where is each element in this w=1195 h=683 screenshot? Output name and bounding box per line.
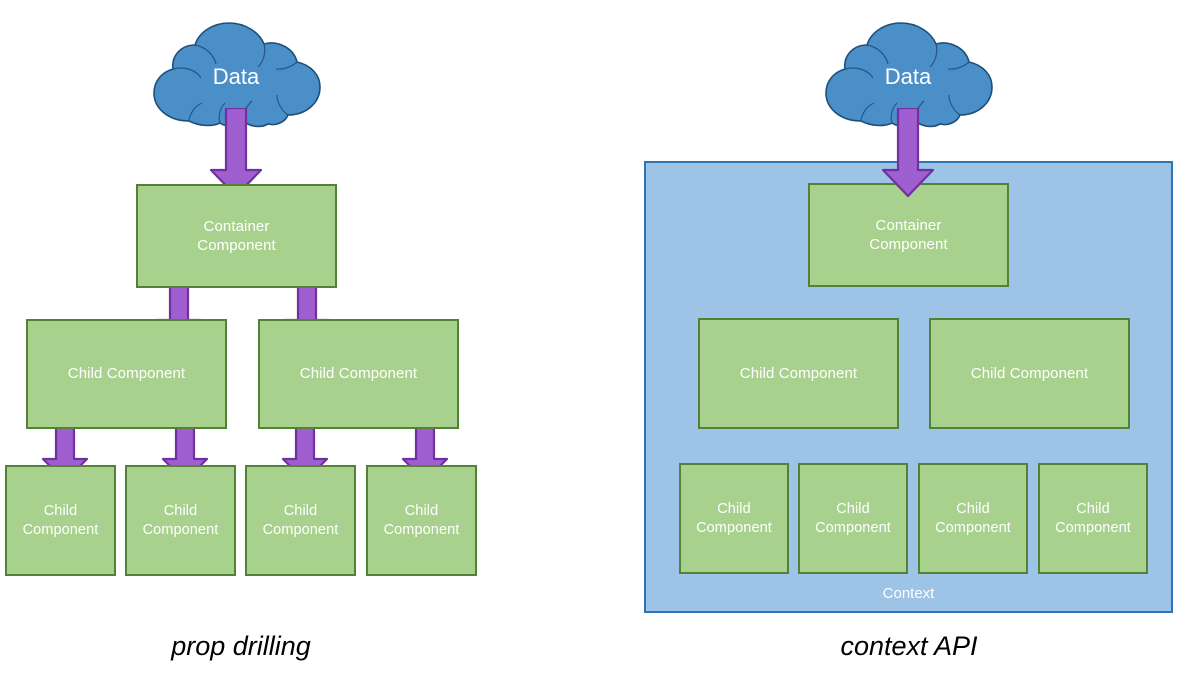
child-component-leaf-1-right[interactable]: Child Component xyxy=(679,463,789,574)
child-component-leaf-3-right-label: Child Component xyxy=(935,500,1011,536)
arrow-data-to-container-right xyxy=(881,108,935,198)
caption-context-api: context API xyxy=(840,631,978,661)
child-component-mid-1-left[interactable]: Child Component xyxy=(26,319,227,429)
child-component-leaf-2-left[interactable]: Child Component xyxy=(125,465,236,576)
child-component-leaf-1-right-label: Child Component xyxy=(696,500,772,536)
caption-prop-drilling: prop drilling xyxy=(171,631,311,661)
child-component-leaf-4-right-label: Child Component xyxy=(1055,500,1131,536)
child-component-leaf-4-left[interactable]: Child Component xyxy=(366,465,477,576)
child-component-leaf-3-left-label: Child Component xyxy=(262,502,339,538)
child-component-mid-2-right[interactable]: Child Component xyxy=(929,318,1130,429)
context-panel-label: Context xyxy=(882,585,935,602)
container-component-right-label: Container Component xyxy=(869,216,948,254)
child-component-mid-1-right[interactable]: Child Component xyxy=(698,318,899,429)
container-component-left[interactable]: Container Component xyxy=(136,184,337,288)
down-arrow-icon xyxy=(881,108,935,198)
child-component-leaf-4-right[interactable]: Child Component xyxy=(1038,463,1148,574)
child-component-mid-2-left-label: Child Component xyxy=(299,365,418,383)
child-component-leaf-2-right-label: Child Component xyxy=(815,500,891,536)
child-component-leaf-3-right[interactable]: Child Component xyxy=(918,463,1028,574)
child-component-leaf-3-left[interactable]: Child Component xyxy=(245,465,356,576)
child-component-leaf-2-left-label: Child Component xyxy=(142,502,219,538)
child-component-leaf-1-left-label: Child Component xyxy=(22,502,99,538)
child-component-mid-2-left[interactable]: Child Component xyxy=(258,319,459,429)
child-component-mid-1-right-label: Child Component xyxy=(739,364,858,382)
child-component-leaf-4-left-label: Child Component xyxy=(383,502,460,538)
child-component-leaf-2-right[interactable]: Child Component xyxy=(798,463,908,574)
container-component-right[interactable]: Container Component xyxy=(808,183,1009,287)
child-component-leaf-1-left[interactable]: Child Component xyxy=(5,465,116,576)
child-component-mid-1-left-label: Child Component xyxy=(67,365,186,383)
container-component-left-label: Container Component xyxy=(197,217,276,255)
child-component-mid-2-right-label: Child Component xyxy=(970,364,1089,382)
diagram-canvas: Data Container Component Child Component… xyxy=(0,0,1195,683)
